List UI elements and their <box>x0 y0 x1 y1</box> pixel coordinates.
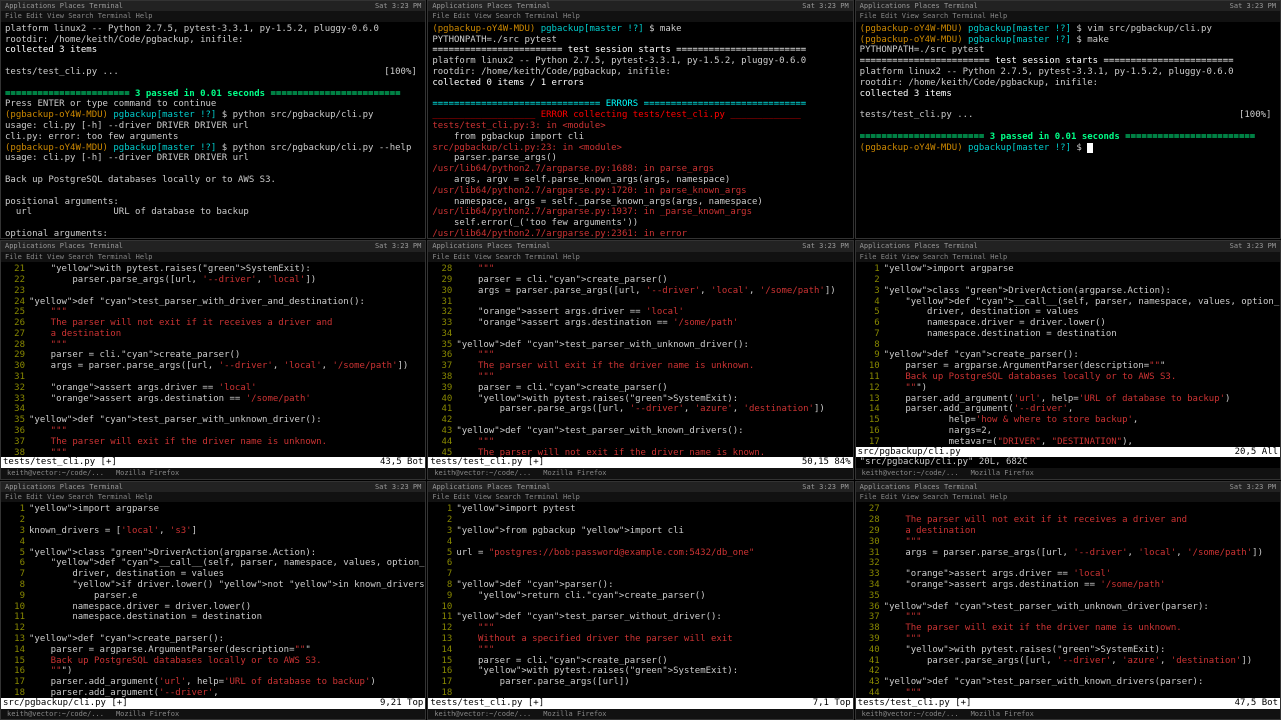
taskbar-item[interactable]: Mozilla Firefox <box>967 709 1038 719</box>
gnome-top-bar: Applications Places TerminalSat 3:23 PM <box>856 241 1280 251</box>
gnome-top-bar: Applications Places TerminalSat 3:23 PM <box>856 1 1280 11</box>
vim-panel-4: Applications Places TerminalSat 3:23 PM … <box>0 240 426 479</box>
terminal-output[interactable]: platform linux2 -- Python 2.7.5, pytest-… <box>1 22 425 239</box>
taskbar-item[interactable]: Mozilla Firefox <box>967 468 1038 478</box>
vim-buffer[interactable]: 1"yellow">import argparse 2 3known_drive… <box>1 502 425 697</box>
terminal-menubar[interactable]: File Edit View Search Terminal Help <box>1 252 425 262</box>
taskbar[interactable]: keith@vector:~/code/... Mozilla Firefox <box>1 709 425 719</box>
cursor-block <box>1087 143 1092 153</box>
gnome-top-bar: Applications Places TerminalSat 3:23 PM <box>1 482 425 492</box>
taskbar-item[interactable]: keith@vector:~/code/... <box>3 468 108 478</box>
terminal-menubar[interactable]: File Edit View Search Terminal Help <box>1 11 425 21</box>
terminal-menubar[interactable]: File Edit View Search Terminal Help <box>428 252 852 262</box>
vim-buffer[interactable]: 27 28 The parser will not exit if it rec… <box>856 502 1280 697</box>
vim-statusline: tests/test_cli.py [+]43,5 Bot <box>1 457 425 468</box>
taskbar-item[interactable]: keith@vector:~/code/... <box>430 468 535 478</box>
vim-buffer[interactable]: 1"yellow">import argparse 2 3"yellow">cl… <box>856 262 1280 447</box>
taskbar-item[interactable]: keith@vector:~/code/... <box>430 709 535 719</box>
terminal-menubar[interactable]: File Edit View Search Terminal Help <box>428 492 852 502</box>
gnome-top-bar: Applications Places TerminalSat 3:23 PM <box>428 241 852 251</box>
vim-panel-8: Applications Places TerminalSat 3:23 PM … <box>427 481 853 720</box>
taskbar-item[interactable]: keith@vector:~/code/... <box>3 709 108 719</box>
taskbar-item[interactable]: Mozilla Firefox <box>112 468 183 478</box>
terminal-menubar[interactable]: File Edit View Search Terminal Help <box>1 492 425 502</box>
gnome-top-bar: Applications Places TerminalSat 3:23 PM <box>1 1 425 11</box>
vim-statusline: tests/test_cli.py [+]7,1 Top <box>428 698 852 709</box>
terminal-menubar[interactable]: File Edit View Search Terminal Help <box>428 11 852 21</box>
vim-panel-5: Applications Places TerminalSat 3:23 PM … <box>427 240 853 479</box>
vim-panel-7: Applications Places TerminalSat 3:23 PM … <box>0 481 426 720</box>
vim-statusline: src/pgbackup/cli.py20,5 All <box>856 447 1280 458</box>
vim-buffer[interactable]: 28 """ 29 parser = cli."cyan">create_par… <box>428 262 852 457</box>
vim-buffer[interactable]: 21 "yellow">with pytest.raises("green">S… <box>1 262 425 457</box>
taskbar-item[interactable]: Mozilla Firefox <box>539 709 610 719</box>
taskbar-item[interactable]: Mozilla Firefox <box>112 709 183 719</box>
taskbar-item[interactable]: keith@vector:~/code/... <box>858 709 963 719</box>
terminal-panel-3: Applications Places TerminalSat 3:23 PM … <box>855 0 1281 239</box>
taskbar[interactable]: keith@vector:~/code/... Mozilla Firefox <box>856 468 1280 478</box>
taskbar[interactable]: keith@vector:~/code/... Mozilla Firefox <box>856 709 1280 719</box>
vim-statusline: src/pgbackup/cli.py [+]9,21 Top <box>1 698 425 709</box>
gnome-top-bar: Applications Places TerminalSat 3:23 PM <box>1 241 425 251</box>
terminal-menubar[interactable]: File Edit View Search Terminal Help <box>856 252 1280 262</box>
gnome-top-bar: Applications Places TerminalSat 3:23 PM <box>428 482 852 492</box>
terminal-output[interactable]: (pgbackup-oY4W-MDU) pgbackup[master !?] … <box>428 22 852 239</box>
terminal-menubar[interactable]: File Edit View Search Terminal Help <box>856 492 1280 502</box>
vim-info: "src/pgbackup/cli.py" 20L, 682C <box>856 457 1280 468</box>
taskbar-item[interactable]: keith@vector:~/code/... <box>858 468 963 478</box>
vim-buffer[interactable]: 1"yellow">import pytest 2 3"yellow">from… <box>428 502 852 697</box>
taskbar-item[interactable]: Mozilla Firefox <box>539 468 610 478</box>
gnome-top-bar: Applications Places TerminalSat 3:23 PM <box>428 1 852 11</box>
vim-statusline: tests/test_cli.py [+]50,15 84% <box>428 457 852 468</box>
vim-statusline: tests/test_cli.py [+]47,5 Bot <box>856 698 1280 709</box>
vim-panel-9: Applications Places TerminalSat 3:23 PM … <box>855 481 1281 720</box>
taskbar[interactable]: keith@vector:~/code/... Mozilla Firefox <box>428 468 852 478</box>
gnome-top-bar: Applications Places TerminalSat 3:23 PM <box>856 482 1280 492</box>
taskbar[interactable]: keith@vector:~/code/... Mozilla Firefox <box>1 468 425 478</box>
panel-grid: Applications Places TerminalSat 3:23 PM … <box>0 0 1281 720</box>
terminal-panel-2: Applications Places TerminalSat 3:23 PM … <box>427 0 853 239</box>
terminal-panel-1: Applications Places TerminalSat 3:23 PM … <box>0 0 426 239</box>
vim-panel-6: Applications Places TerminalSat 3:23 PM … <box>855 240 1281 479</box>
terminal-menubar[interactable]: File Edit View Search Terminal Help <box>856 11 1280 21</box>
terminal-output[interactable]: (pgbackup-oY4W-MDU) pgbackup[master !?] … <box>856 22 1280 239</box>
taskbar[interactable]: keith@vector:~/code/... Mozilla Firefox <box>428 709 852 719</box>
